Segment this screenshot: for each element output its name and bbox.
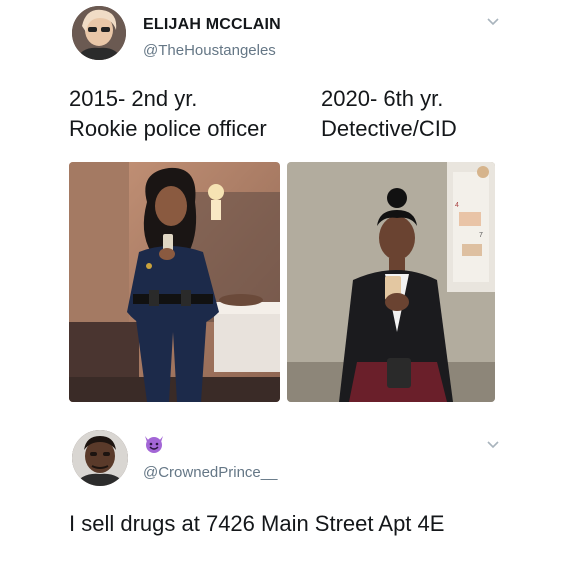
police-officer-photo-icon xyxy=(69,162,280,402)
photo-right[interactable]: 4 7 xyxy=(287,162,495,402)
right-caption-line1: 2020- 6th yr. xyxy=(321,86,444,111)
handle[interactable]: @CrownedPrince__ xyxy=(143,464,277,481)
tweet-original: ELIJAH MCCLAIN @TheHoustangeles 2015- 2n… xyxy=(0,0,578,410)
photo-left[interactable] xyxy=(69,162,280,402)
profile-photo-icon xyxy=(72,6,126,60)
reply-text: I sell drugs at 7426 Main Street Apt 4E xyxy=(69,511,445,536)
display-name[interactable]: ELIJAH MCCLAIN xyxy=(143,16,281,34)
chevron-down-icon[interactable] xyxy=(486,438,500,452)
tweet-reply: @CrownedPrince__ I sell drugs at 7426 Ma… xyxy=(0,410,578,573)
chevron-down-icon[interactable] xyxy=(486,15,500,29)
avatar[interactable] xyxy=(72,6,126,60)
left-caption-line2: Rookie police officer xyxy=(69,116,267,141)
svg-text:7: 7 xyxy=(479,232,483,239)
left-caption-line1: 2015- 2nd yr. xyxy=(69,86,198,111)
smiling-devil-emoji-icon xyxy=(145,436,163,453)
svg-text:4: 4 xyxy=(455,202,459,209)
handle[interactable]: @TheHoustangeles xyxy=(143,42,276,59)
detective-photo-icon: 4 7 xyxy=(287,162,495,402)
right-caption-line2: Detective/CID xyxy=(321,116,457,141)
profile-photo-icon xyxy=(72,430,128,486)
avatar[interactable] xyxy=(72,430,128,486)
